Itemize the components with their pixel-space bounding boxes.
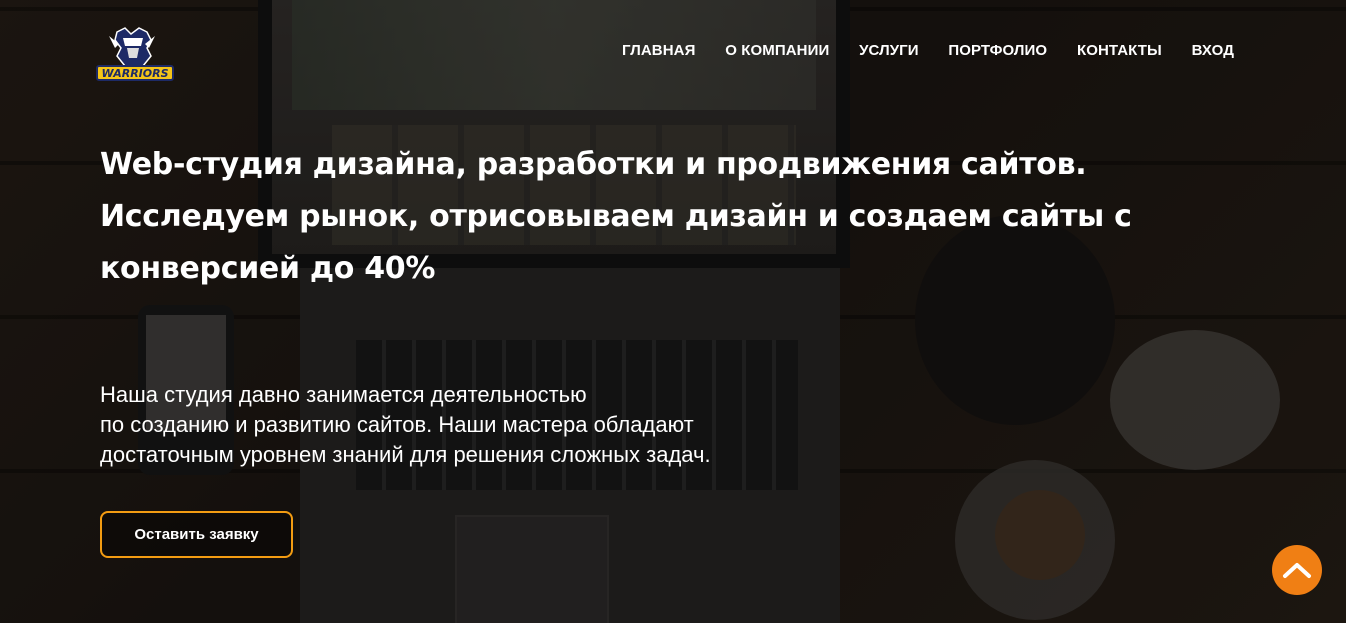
nav-link-services[interactable]: УСЛУГИ <box>859 42 919 59</box>
hero-headline: Web-студия дизайна, разработки и продвиж… <box>100 147 1132 286</box>
nav-link-login[interactable]: ВХОД <box>1192 42 1234 59</box>
hero-description: Наша студия давно занимается деятельност… <box>100 380 860 470</box>
hero-section: WARRIORS ГЛАВНАЯ О КОМПАНИИ УСЛУГИ ПОРТФ… <box>0 0 1346 623</box>
nav-item-login: ВХОД <box>1192 40 1234 59</box>
nav-item-home: ГЛАВНАЯ <box>622 40 695 59</box>
hero-description-line: Наша студия давно занимается деятельност… <box>100 382 587 407</box>
chevron-up-icon <box>1283 563 1311 578</box>
nav-item-portfolio: ПОРТФОЛИО <box>948 40 1047 59</box>
warriors-logo-icon[interactable]: WARRIORS <box>95 26 175 82</box>
nav-item-services: УСЛУГИ <box>859 40 919 59</box>
scroll-to-top-button[interactable] <box>1272 545 1322 595</box>
submit-request-button[interactable]: Оставить заявку <box>100 511 293 558</box>
nav-link-about[interactable]: О КОМПАНИИ <box>725 42 829 59</box>
logo-text: WARRIORS <box>101 67 168 80</box>
nav-link-home[interactable]: ГЛАВНАЯ <box>622 42 695 59</box>
nav-item-contacts: КОНТАКТЫ <box>1077 40 1162 59</box>
main-nav: ГЛАВНАЯ О КОМПАНИИ УСЛУГИ ПОРТФОЛИО КОНТ… <box>622 40 1234 59</box>
hero-description-line: достаточным уровнем знаний для решения с… <box>100 442 711 467</box>
nav-item-about: О КОМПАНИИ <box>725 40 829 59</box>
nav-link-contacts[interactable]: КОНТАКТЫ <box>1077 42 1162 59</box>
nav-link-portfolio[interactable]: ПОРТФОЛИО <box>948 42 1047 59</box>
hero-description-line: по созданию и развитию сайтов. Наши маст… <box>100 412 694 437</box>
